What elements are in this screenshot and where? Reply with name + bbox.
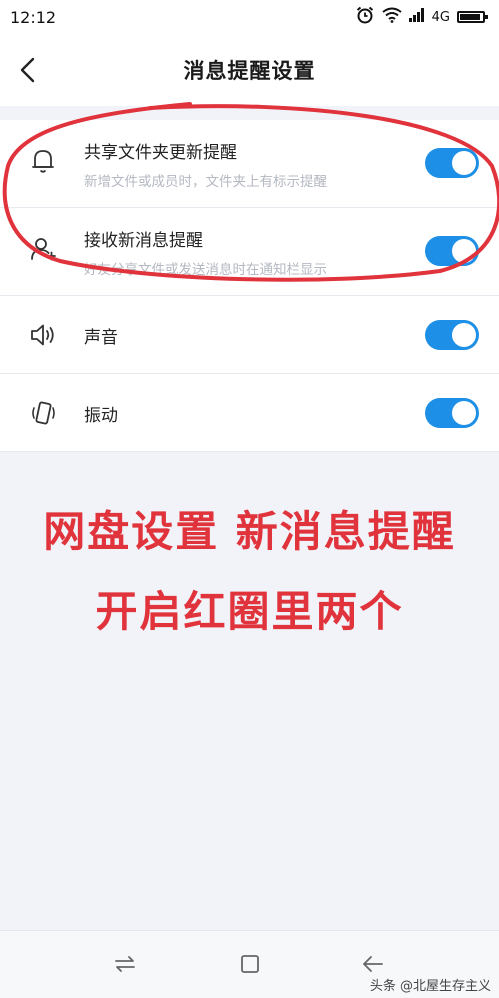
status-bar: 12:12 4G (0, 0, 499, 34)
vibrate-icon (28, 398, 58, 428)
setting-description: 好友分享文件或发送消息时在通知栏显示 (84, 262, 327, 278)
setting-label: 振动 (84, 406, 118, 426)
setting-label: 共享文件夹更新提醒 (84, 143, 237, 163)
setting-description: 新增文件或成员时，文件夹上有标示提醒 (84, 174, 327, 190)
setting-row-shared-folder[interactable]: 共享文件夹更新提醒 新增文件或成员时，文件夹上有标示提醒 (0, 120, 499, 208)
battery-icon (457, 11, 488, 23)
toggle-knob (452, 323, 476, 347)
bell-icon (28, 146, 58, 176)
setting-label: 声音 (84, 328, 118, 348)
setting-row-sound[interactable]: 声音 (0, 296, 499, 374)
wifi-icon (382, 7, 402, 27)
network-type: 4G (431, 9, 450, 25)
menu-switch-icon (115, 956, 135, 972)
toggle-knob (452, 239, 476, 263)
setting-row-vibrate[interactable]: 振动 (0, 374, 499, 452)
setting-row-new-message[interactable]: 接收新消息提醒 好友分享文件或发送消息时在通知栏显示 (0, 208, 499, 296)
back-button[interactable] (12, 52, 44, 88)
annotation-line-2: 开启红圈里两个 (95, 587, 404, 636)
sound-toggle[interactable] (425, 320, 479, 350)
signal-icon (408, 8, 425, 26)
annotation-line-1: 网盘设置 新消息提醒 (43, 507, 456, 556)
back-arrow-icon (363, 956, 383, 972)
menu-switch-button[interactable] (110, 949, 140, 979)
home-button[interactable] (235, 949, 265, 979)
setting-label: 接收新消息提醒 (84, 231, 203, 251)
page-title: 消息提醒设置 (183, 59, 316, 83)
speaker-icon (28, 320, 58, 350)
shared-folder-toggle[interactable] (425, 148, 479, 178)
vibrate-toggle[interactable] (425, 398, 479, 428)
status-time: 12:12 (10, 7, 57, 27)
new-message-toggle[interactable] (425, 236, 479, 266)
toggle-knob (452, 401, 476, 425)
settings-list: 共享文件夹更新提醒 新增文件或成员时，文件夹上有标示提醒 接收新消息提醒 好友分… (0, 120, 499, 452)
toggle-knob (452, 151, 476, 175)
status-icons: 4G (355, 5, 488, 29)
alarm-icon (355, 5, 375, 29)
nav-bar: 头条 @北屋生存主义 (0, 930, 499, 998)
contact-icon (28, 234, 58, 264)
home-square-icon (241, 955, 259, 973)
chevron-left-icon (20, 57, 35, 83)
title-bar: 消息提醒设置 (0, 34, 499, 106)
watermark: 头条 @北屋生存主义 (369, 979, 491, 994)
